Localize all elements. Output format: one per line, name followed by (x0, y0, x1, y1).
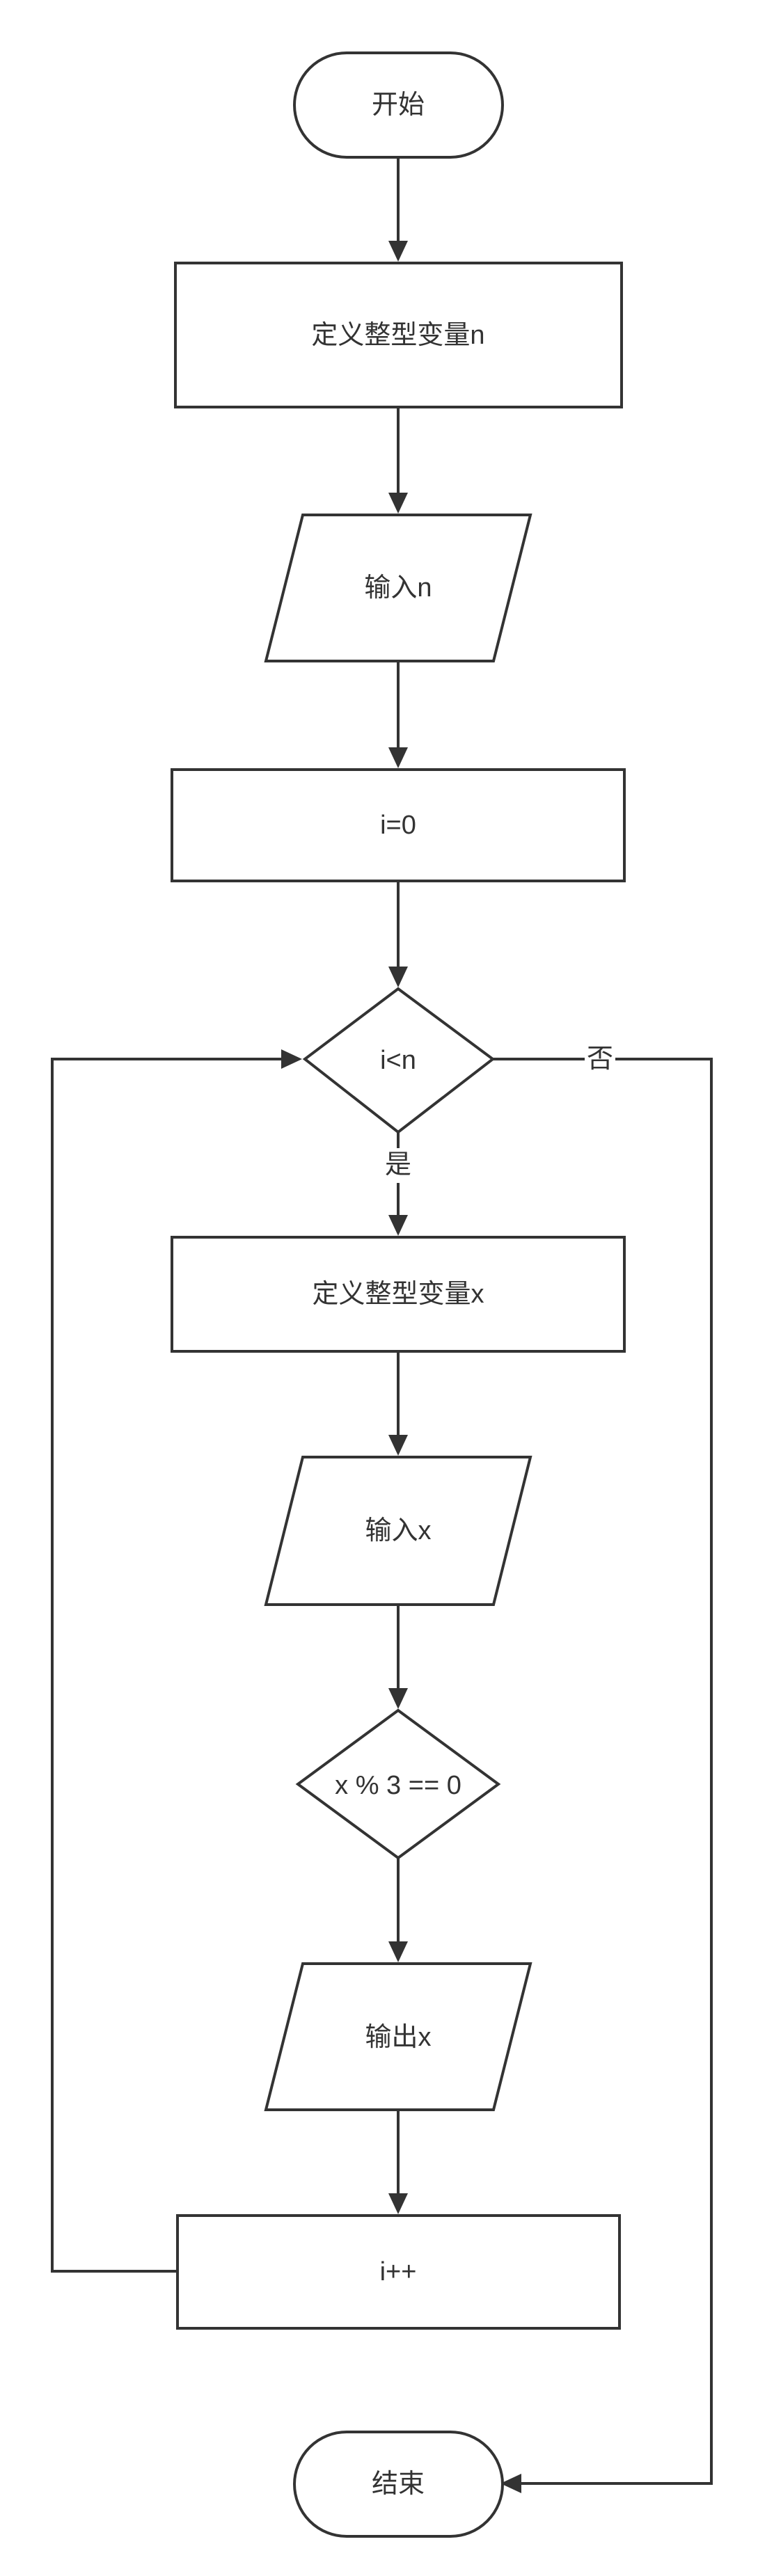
arrowhead (281, 1049, 302, 1069)
arrowhead (388, 493, 408, 514)
arrowhead (388, 1215, 408, 1236)
node-mod-condition: x % 3 == 0 (295, 1708, 501, 1860)
arrowhead (388, 1435, 408, 1456)
node-mod-condition-label: x % 3 == 0 (335, 1771, 461, 1800)
arrowhead (388, 967, 408, 987)
node-input-n: 输入n (264, 514, 532, 662)
arrowhead (388, 747, 408, 768)
node-define-x-label: 定义整型变量x (312, 1280, 484, 1309)
node-define-n-label: 定义整型变量n (311, 321, 484, 350)
node-output-x-label: 输出x (365, 2023, 431, 2052)
edge-label-no: 否 (585, 1042, 615, 1076)
arrowhead (388, 1941, 408, 1962)
node-loop-condition-label: i<n (380, 1046, 416, 1075)
node-input-x-label: 输入x (365, 1516, 431, 1545)
node-increment: i++ (176, 2214, 621, 2330)
node-loop-condition: i<n (302, 987, 496, 1134)
flowchart-canvas: 是 否 开始 定义整型变量n 输入n i=0 i<n 定义整型变量x 输入x x… (51, 51, 713, 2538)
node-input-x: 输入x (264, 1456, 532, 1606)
node-define-n: 定义整型变量n (174, 262, 623, 408)
node-end-label: 结束 (372, 2470, 425, 2499)
node-start: 开始 (293, 51, 504, 159)
node-start-label: 开始 (372, 90, 425, 120)
arrowhead (388, 241, 408, 262)
arrowhead (388, 1688, 408, 1709)
edge-label-yes: 是 (383, 1148, 413, 1183)
node-init-i-label: i=0 (380, 811, 416, 840)
edge-label-yes-text: 是 (385, 1150, 411, 1179)
edge-label-no-text: 否 (587, 1044, 613, 1074)
node-output-x: 输出x (264, 1962, 532, 2111)
node-increment-label: i++ (380, 2257, 417, 2287)
node-init-i: i=0 (171, 768, 626, 882)
node-input-n-label: 输入n (364, 573, 432, 603)
node-define-x: 定义整型变量x (171, 1236, 626, 1353)
arrowhead (388, 2193, 408, 2214)
node-end: 结束 (293, 2431, 504, 2538)
